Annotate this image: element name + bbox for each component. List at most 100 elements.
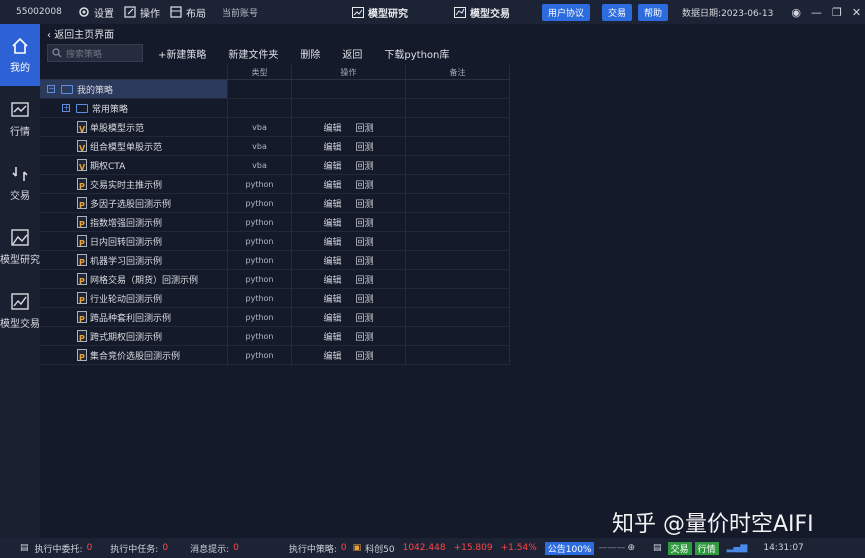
strategy-remark xyxy=(406,118,510,136)
table-row[interactable]: P 跨品种套利回测示例 python 编辑 回测 xyxy=(40,308,510,327)
backtest-link[interactable]: 回测 xyxy=(356,140,374,153)
strategy-type: vba xyxy=(228,156,292,174)
sidebar-item-label: 模型研究 xyxy=(0,255,40,266)
exec-orders[interactable]: 执行中委托: 0 xyxy=(35,542,93,555)
zoom-slider[interactable]: ——— xyxy=(598,543,625,553)
table-row[interactable]: V 期权CTA vba 编辑 回测 xyxy=(40,156,510,175)
new-strategy-button[interactable]: +新建策略 xyxy=(158,46,206,61)
delete-button[interactable]: 删除 xyxy=(300,46,320,61)
back-home-link[interactable]: ‹ 返回主页界面 xyxy=(47,26,114,41)
table-row[interactable]: P 机器学习回测示例 python 编辑 回测 xyxy=(40,251,510,270)
table-row[interactable]: P 行业轮动回测示例 python 编辑 回测 xyxy=(40,289,510,308)
sidebar-item-model-trade[interactable]: 模型交易 xyxy=(0,280,40,342)
edit-link[interactable]: 编辑 xyxy=(323,330,341,343)
table-row[interactable]: P 日内回转回测示例 python 编辑 回测 xyxy=(40,232,510,251)
sidebar-item-market[interactable]: 行情 xyxy=(0,88,40,150)
strategy-remark xyxy=(406,232,510,250)
trade-button[interactable]: 交易 xyxy=(602,3,633,21)
menu-layout-label: 布局 xyxy=(186,8,206,20)
table-row[interactable]: V 单股模型示范 vba 编辑 回测 xyxy=(40,118,510,137)
backtest-link[interactable]: 回测 xyxy=(356,273,374,286)
strategy-file-icon: P xyxy=(77,349,87,362)
zoom-in-icon[interactable]: ⊕ xyxy=(627,543,635,553)
new-folder-button[interactable]: 新建文件夹 xyxy=(228,46,278,61)
help-button[interactable]: 帮助 xyxy=(638,3,669,21)
strategy-type: vba xyxy=(228,118,292,136)
status-bar: ▤ 执行中委托: 0 执行中任务: 0 消息提示: 0 执行中策略: 0 ▣ 科… xyxy=(0,538,865,558)
exec-strategy[interactable]: 执行中策略: 0 xyxy=(289,542,347,555)
messages[interactable]: 消息提示: 0 xyxy=(190,542,239,555)
menu-operate[interactable]: 操作 xyxy=(124,5,160,20)
edit-link[interactable]: 编辑 xyxy=(323,159,341,172)
edit-link[interactable]: 编辑 xyxy=(323,349,341,362)
column-header-remark: 备注 xyxy=(406,65,510,79)
backtest-link[interactable]: 回测 xyxy=(356,197,374,210)
expand-icon[interactable]: + xyxy=(62,104,70,112)
table-row[interactable]: P 网格交易（期货）回测示例 python 编辑 回测 xyxy=(40,270,510,289)
trade-status-tag[interactable]: 交易 xyxy=(667,541,692,555)
sidebar-item-label: 模型交易 xyxy=(0,319,40,330)
table-row[interactable]: P 跨式期权回测示例 python 编辑 回测 xyxy=(40,327,510,346)
user-agreement-button[interactable]: 用户协议 xyxy=(542,3,591,21)
monitor-icon[interactable]: ▤ xyxy=(20,543,29,553)
download-python-lib-button[interactable]: 下载python库 xyxy=(384,46,449,61)
backtest-link[interactable]: 回测 xyxy=(356,216,374,229)
backtest-link[interactable]: 回测 xyxy=(356,349,374,362)
index-value: 1042.448 xyxy=(402,543,446,553)
tab-model-trade[interactable]: 模型交易 xyxy=(454,5,510,20)
minimize-icon[interactable]: — xyxy=(811,6,822,19)
edit-link[interactable]: 编辑 xyxy=(323,311,341,324)
edit-link[interactable]: 编辑 xyxy=(323,197,341,210)
backtest-link[interactable]: 回测 xyxy=(356,178,374,191)
edit-link[interactable]: 编辑 xyxy=(323,254,341,267)
tab-model-research[interactable]: 模型研究 xyxy=(352,5,408,20)
table-row[interactable]: P 交易实时主推示例 python 编辑 回测 xyxy=(40,175,510,194)
menu-layout[interactable]: 布局 xyxy=(170,5,206,20)
edit-link[interactable]: 编辑 xyxy=(323,216,341,229)
backtest-link[interactable]: 回测 xyxy=(356,235,374,248)
strategy-type: python xyxy=(228,251,292,269)
tab-model-research-label: 模型研究 xyxy=(368,8,408,20)
backtest-link[interactable]: 回测 xyxy=(356,254,374,267)
collapse-icon[interactable]: − xyxy=(47,85,55,93)
table-row[interactable]: P 集合竞价选股回测示例 python 编辑 回测 xyxy=(40,346,510,365)
edit-link[interactable]: 编辑 xyxy=(323,273,341,286)
edit-link[interactable]: 编辑 xyxy=(323,235,341,248)
restore-icon[interactable]: ❐ xyxy=(832,6,842,19)
backtest-link[interactable]: 回测 xyxy=(356,159,374,172)
strategy-type: python xyxy=(228,213,292,231)
screen-icon[interactable]: ▤ xyxy=(653,543,662,553)
backtest-link[interactable]: 回测 xyxy=(356,292,374,305)
menu-settings[interactable]: 设置 xyxy=(78,5,114,20)
strategy-file-icon: P xyxy=(77,254,87,267)
table-row[interactable]: P 指数增强回测示例 python 编辑 回测 xyxy=(40,213,510,232)
table-row[interactable]: P 多因子选股回测示例 python 编辑 回测 xyxy=(40,194,510,213)
backtest-link[interactable]: 回测 xyxy=(356,311,374,324)
folder-row-root[interactable]: − 我的策略 xyxy=(40,80,510,99)
search-input[interactable]: 搜索策略 xyxy=(47,44,143,62)
backtest-link[interactable]: 回测 xyxy=(356,121,374,134)
sidebar-item-trade[interactable]: 交易 xyxy=(0,152,40,214)
search-icon xyxy=(52,48,62,58)
close-icon[interactable]: ✕ xyxy=(852,6,861,19)
account-id: 55002008 xyxy=(16,7,62,17)
notice-label[interactable]: 公告100% xyxy=(544,541,595,555)
edit-link[interactable]: 编辑 xyxy=(323,140,341,153)
edit-link[interactable]: 编辑 xyxy=(323,121,341,134)
skin-icon[interactable]: ◉ xyxy=(791,6,801,19)
strategy-rows: V 单股模型示范 vba 编辑 回测 V 组合模型单股示范 vba 编辑 回测 V 期权CTA vba 编… xyxy=(40,118,510,365)
current-account[interactable]: 当前账号 xyxy=(222,6,258,19)
index-name: 科创50 xyxy=(365,544,395,555)
folder-row-common[interactable]: + 常用策略 xyxy=(40,99,510,118)
edit-link[interactable]: 编辑 xyxy=(323,178,341,191)
strategy-name: 集合竞价选股回测示例 xyxy=(90,351,181,362)
exec-tasks[interactable]: 执行中任务: 0 xyxy=(110,542,168,555)
market-status-tag[interactable]: 行情 xyxy=(694,541,719,555)
backtest-link[interactable]: 回测 xyxy=(356,330,374,343)
table-row[interactable]: V 组合模型单股示范 vba 编辑 回测 xyxy=(40,137,510,156)
sidebar-item-research[interactable]: 模型研究 xyxy=(0,216,40,278)
sidebar-item-mine[interactable]: 我的 xyxy=(0,24,40,86)
edit-link[interactable]: 编辑 xyxy=(323,292,341,305)
data-date: 数据日期:2023-06-13 xyxy=(682,8,774,19)
return-button[interactable]: 返回 xyxy=(342,46,362,61)
